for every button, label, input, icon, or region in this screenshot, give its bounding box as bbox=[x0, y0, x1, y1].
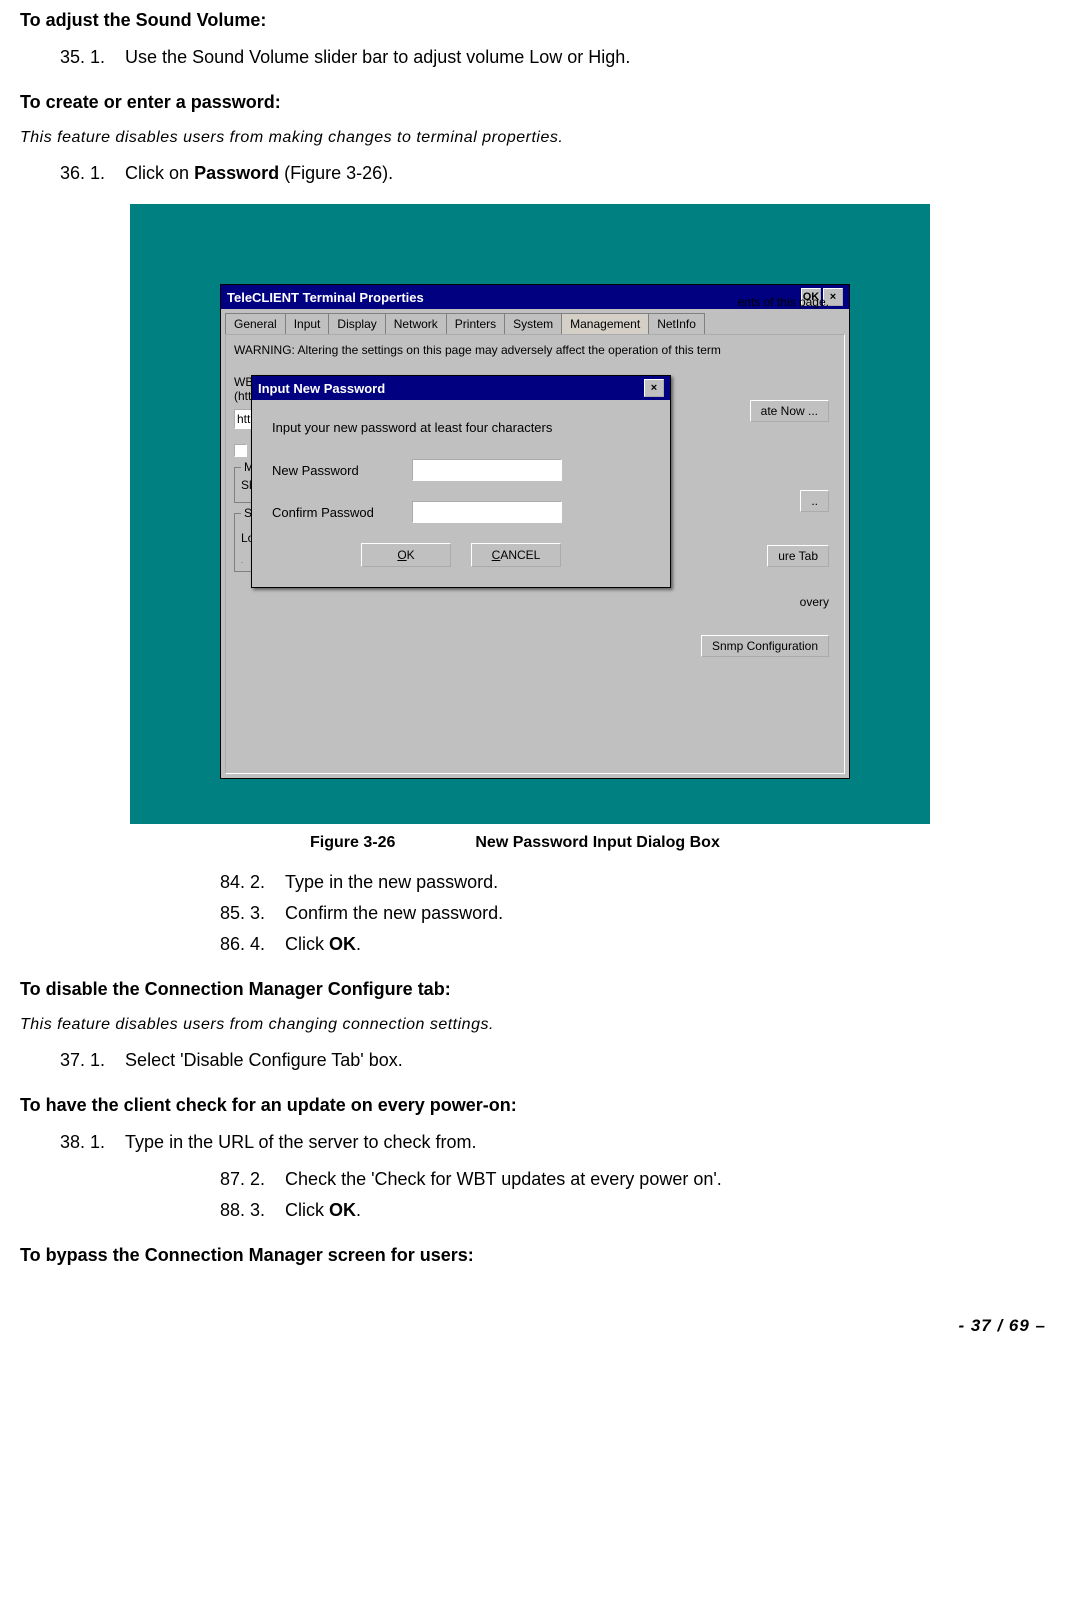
warning-line1: WARNING: Altering the settings on this p… bbox=[234, 343, 721, 357]
window-title: TeleCLIENT Terminal Properties bbox=[227, 290, 424, 305]
heading-bypass-cm: To bypass the Connection Manager screen … bbox=[20, 1245, 1046, 1266]
step-prefix: 38. 1. bbox=[60, 1132, 105, 1153]
tab-general[interactable]: General bbox=[225, 313, 286, 334]
step-87-2: 87. 2. Check the 'Check for WBT updates … bbox=[220, 1169, 1046, 1190]
text-bold: Password bbox=[194, 163, 279, 183]
step-88-3: 88. 3. Click OK. bbox=[220, 1200, 1046, 1221]
new-password-row: New Password bbox=[272, 459, 650, 481]
step-text: Click OK. bbox=[285, 1200, 361, 1221]
text-before: Click bbox=[285, 934, 329, 954]
figure-3-26-container: TeleCLIENT Terminal Properties OK × Gene… bbox=[130, 204, 930, 824]
text-bold: OK bbox=[329, 1200, 356, 1220]
step-84-2: 84. 2. Type in the new password. bbox=[220, 872, 1046, 893]
step-prefix: 88. 3. bbox=[220, 1200, 265, 1221]
modal-ok-button[interactable]: OK bbox=[361, 543, 451, 567]
warning-line2: ents of this page. bbox=[738, 295, 829, 309]
step-35-1: 35. 1. Use the Sound Volume slider bar t… bbox=[60, 47, 1046, 68]
figure-caption-text: New Password Input Dialog Box bbox=[475, 834, 719, 852]
update-now-button[interactable]: ate Now ... bbox=[750, 400, 829, 422]
step-prefix: 37. 1. bbox=[60, 1050, 105, 1071]
modal-instruction: Input your new password at least four ch… bbox=[272, 420, 650, 435]
tab-netinfo[interactable]: NetInfo bbox=[648, 313, 705, 334]
tab-printers[interactable]: Printers bbox=[446, 313, 505, 334]
step-prefix: 87. 2. bbox=[220, 1169, 265, 1190]
tab-input[interactable]: Input bbox=[285, 313, 330, 334]
step-text: Click OK. bbox=[285, 934, 361, 955]
tab-management[interactable]: Management bbox=[561, 313, 649, 334]
step-text: Type in the URL of the server to check f… bbox=[125, 1132, 476, 1153]
new-password-input[interactable] bbox=[412, 459, 562, 481]
input-new-password-dialog: Input New Password × Input your new pass… bbox=[251, 375, 671, 588]
heading-update-poweron: To have the client check for an update o… bbox=[20, 1095, 1046, 1116]
confirm-password-input[interactable] bbox=[412, 501, 562, 523]
text-after: . bbox=[356, 934, 361, 954]
step-36-1: 36. 1. Click on Password (Figure 3-26). bbox=[60, 163, 1046, 184]
figure-caption: Figure 3-26 New Password Input Dialog Bo… bbox=[310, 834, 1046, 852]
step-text: Use the Sound Volume slider bar to adjus… bbox=[125, 47, 630, 68]
new-password-label: New Password bbox=[272, 463, 412, 478]
modal-buttons: OK CANCEL bbox=[272, 543, 650, 567]
text-before: Click on bbox=[125, 163, 194, 183]
modal-titlebar: Input New Password × bbox=[252, 376, 670, 400]
disable-tab-note: This feature disables users from changin… bbox=[20, 1016, 1046, 1034]
check-checkbox[interactable] bbox=[234, 444, 247, 457]
modal-cancel-button[interactable]: CANCEL bbox=[471, 543, 561, 567]
step-text: Select 'Disable Configure Tab' box. bbox=[125, 1050, 403, 1071]
step-prefix: 85. 3. bbox=[220, 903, 265, 924]
step-86-4: 86. 4. Click OK. bbox=[220, 934, 1046, 955]
snmp-config-button[interactable]: Snmp Configuration bbox=[701, 635, 829, 657]
step-37-1: 37. 1. Select 'Disable Configure Tab' bo… bbox=[60, 1050, 1046, 1071]
step-prefix: 36. 1. bbox=[60, 163, 105, 184]
heading-disable-tab: To disable the Connection Manager Config… bbox=[20, 979, 1046, 1000]
configure-tab-button[interactable]: ure Tab bbox=[767, 545, 829, 567]
figure-number: Figure 3-26 bbox=[310, 834, 395, 852]
recovery-label: overy bbox=[800, 595, 829, 609]
heading-password: To create or enter a password: bbox=[20, 92, 1046, 113]
step-text: Click on Password (Figure 3-26). bbox=[125, 163, 393, 184]
step-85-3: 85. 3. Confirm the new password. bbox=[220, 903, 1046, 924]
confirm-password-row: Confirm Passwod bbox=[272, 501, 650, 523]
confirm-password-label: Confirm Passwod bbox=[272, 505, 412, 520]
modal-close-button[interactable]: × bbox=[644, 379, 664, 397]
step-text: Check the 'Check for WBT updates at ever… bbox=[285, 1169, 722, 1190]
page-footer: - 37 / 69 – bbox=[20, 1316, 1046, 1336]
heading-sound-volume: To adjust the Sound Volume: bbox=[20, 10, 1046, 31]
tab-display[interactable]: Display bbox=[328, 313, 385, 334]
tabs-row: General Input Display Network Printers S… bbox=[221, 309, 849, 334]
step-38-1: 38. 1. Type in the URL of the server to … bbox=[60, 1132, 1046, 1153]
tab-network[interactable]: Network bbox=[385, 313, 447, 334]
terminal-properties-window: TeleCLIENT Terminal Properties OK × Gene… bbox=[220, 284, 850, 779]
dots-button[interactable]: .. bbox=[800, 490, 829, 512]
tab-system[interactable]: System bbox=[504, 313, 562, 334]
warning-text: WARNING: Altering the settings on this p… bbox=[234, 343, 836, 357]
text-after: (Figure 3-26). bbox=[279, 163, 393, 183]
text-before: Click bbox=[285, 1200, 329, 1220]
modal-body: Input your new password at least four ch… bbox=[252, 400, 670, 587]
text-after: . bbox=[356, 1200, 361, 1220]
modal-title: Input New Password bbox=[258, 381, 385, 396]
step-text: Type in the new password. bbox=[285, 872, 498, 893]
step-prefix: 35. 1. bbox=[60, 47, 105, 68]
step-text: Confirm the new password. bbox=[285, 903, 503, 924]
text-bold: OK bbox=[329, 934, 356, 954]
step-prefix: 84. 2. bbox=[220, 872, 265, 893]
password-note: This feature disables users from making … bbox=[20, 129, 1046, 147]
step-prefix: 86. 4. bbox=[220, 934, 265, 955]
